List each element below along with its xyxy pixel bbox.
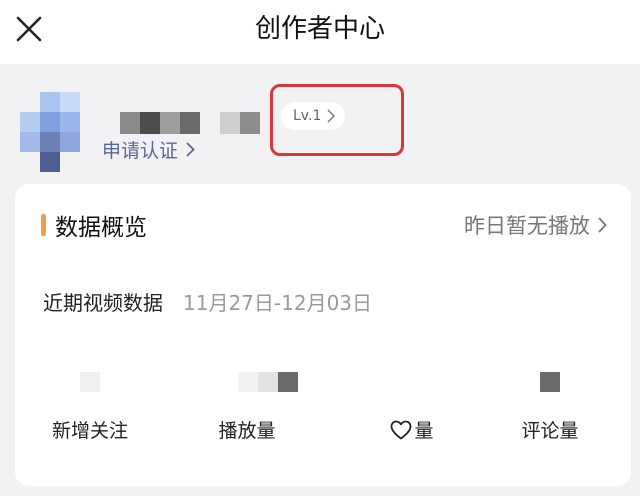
stat-value-redacted [172, 372, 322, 392]
card-title-text: 数据概览 [55, 215, 147, 241]
stats-row: 新增关注 播放量 量 评论量 [15, 366, 631, 446]
stat-label: 评论量 [475, 416, 625, 443]
date-range: 11月27日-12月03日 [183, 290, 373, 315]
card-title: 数据概览 [41, 210, 147, 241]
stat-label: 新增关注 [15, 416, 165, 443]
avatar[interactable] [20, 92, 80, 172]
stat-label-text: 评论量 [521, 420, 579, 442]
stat-new-followers[interactable]: 新增关注 [15, 366, 165, 446]
stat-comments[interactable]: 评论量 [475, 366, 625, 446]
stat-label: 播放量 [172, 416, 322, 443]
chevron-right-icon [598, 217, 607, 233]
recent-video-data-row: 近期视频数据 11月27日-12月03日 [43, 286, 372, 316]
stat-label: 量 [337, 416, 487, 443]
stat-value-redacted [337, 372, 487, 392]
stat-label-text: 量 [414, 420, 434, 442]
stat-likes[interactable]: 量 [337, 366, 487, 446]
chevron-right-icon [327, 109, 336, 123]
stat-value-redacted [475, 372, 625, 392]
stat-label-text: 新增关注 [51, 420, 128, 442]
heart-icon [391, 420, 412, 439]
apply-certification-link[interactable]: 申请认证 [102, 136, 195, 162]
apply-certification-label: 申请认证 [102, 139, 179, 162]
top-bar: 创作者中心 [0, 0, 640, 64]
stat-play-count[interactable]: 播放量 [172, 366, 322, 446]
data-overview-card: 数据概览 昨日暂无播放 近期视频数据 11月27日-12月03日 新增关注 播放… [15, 184, 631, 486]
yesterday-no-play-link[interactable]: 昨日暂无播放 [464, 210, 607, 240]
level-badge[interactable]: Lv.1 [281, 102, 346, 130]
recent-video-data-label: 近期视频数据 [43, 290, 163, 315]
username-redacted [100, 110, 270, 134]
chevron-right-icon [186, 141, 195, 157]
stat-value-redacted [15, 372, 165, 392]
yesterday-no-play-label: 昨日暂无播放 [464, 214, 590, 238]
stat-label-text: 播放量 [218, 420, 276, 442]
accent-bar [41, 214, 46, 236]
level-text: Lv.1 [293, 108, 322, 124]
page-title: 创作者中心 [254, 14, 385, 44]
